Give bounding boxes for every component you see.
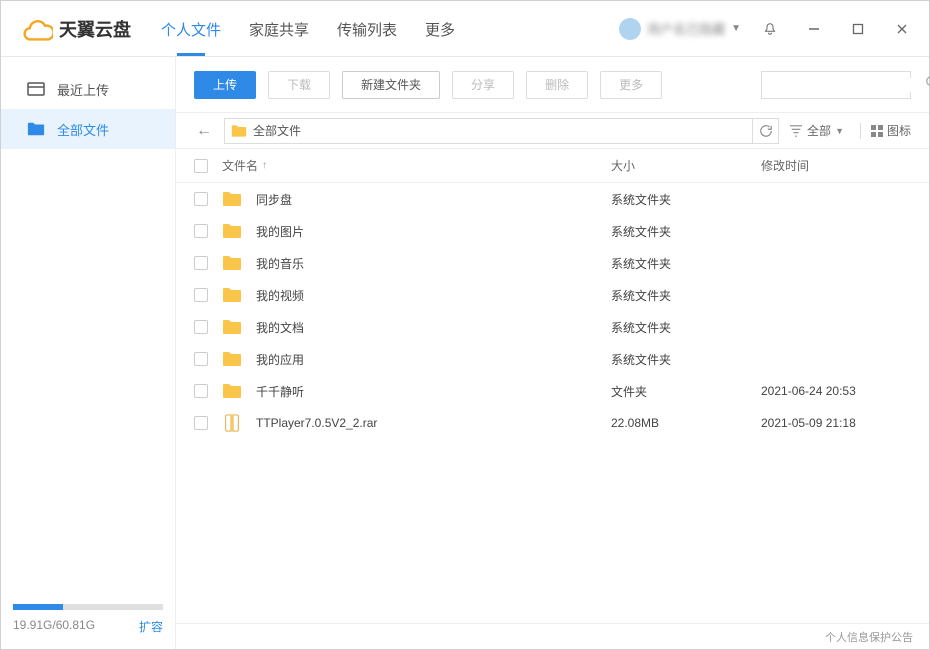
cloud-icon bbox=[21, 17, 53, 41]
row-checkbox[interactable] bbox=[194, 352, 208, 366]
sidebar-item-folder[interactable]: 全部文件 bbox=[1, 109, 175, 149]
column-name[interactable]: 文件名↑ bbox=[222, 157, 611, 174]
file-name: TTPlayer7.0.5V2_2.rar bbox=[256, 416, 377, 430]
row-checkbox[interactable] bbox=[194, 224, 208, 238]
sidebar-item-label: 全部文件 bbox=[57, 120, 109, 139]
row-checkbox[interactable] bbox=[194, 384, 208, 398]
file-size: 系统文件夹 bbox=[611, 319, 761, 336]
toolbar: 上传 下载 新建文件夹 分享 删除 更多 bbox=[176, 57, 929, 113]
app-logo: 天翼云盘 bbox=[21, 16, 131, 42]
user-menu[interactable]: 用户名已隐藏 ▼ bbox=[619, 18, 741, 40]
refresh-button[interactable] bbox=[753, 118, 779, 144]
file-name: 我的视频 bbox=[256, 287, 304, 304]
chevron-down-icon: ▼ bbox=[835, 126, 844, 136]
delete-button[interactable]: 删除 bbox=[526, 71, 588, 99]
notification-button[interactable] bbox=[755, 14, 785, 44]
file-size: 22.08MB bbox=[611, 416, 761, 430]
share-button[interactable]: 分享 bbox=[452, 71, 514, 99]
search-input[interactable] bbox=[770, 78, 925, 92]
refresh-icon bbox=[759, 124, 773, 138]
row-checkbox[interactable] bbox=[194, 320, 208, 334]
file-row[interactable]: 我的应用 系统文件夹 bbox=[176, 343, 929, 375]
file-row[interactable]: 我的视频 系统文件夹 bbox=[176, 279, 929, 311]
file-size: 文件夹 bbox=[611, 383, 761, 400]
view-label: 图标 bbox=[887, 122, 911, 139]
file-name: 我的音乐 bbox=[256, 255, 304, 272]
folder-icon bbox=[231, 124, 247, 138]
sort-arrow-icon: ↑ bbox=[262, 160, 267, 171]
file-size: 系统文件夹 bbox=[611, 351, 761, 368]
column-time[interactable]: 修改时间 bbox=[761, 157, 911, 174]
expand-storage-link[interactable]: 扩容 bbox=[139, 618, 163, 635]
file-row[interactable]: 我的音乐 系统文件夹 bbox=[176, 247, 929, 279]
file-name: 千千静听 bbox=[256, 383, 304, 400]
tab-1[interactable]: 家庭共享 bbox=[249, 1, 309, 56]
grid-icon bbox=[871, 125, 883, 137]
maximize-button[interactable] bbox=[843, 14, 873, 44]
view-toggle[interactable]: 图标 bbox=[854, 122, 911, 139]
file-size: 系统文件夹 bbox=[611, 255, 761, 272]
file-size: 系统文件夹 bbox=[611, 223, 761, 240]
file-time: 2021-06-24 20:53 bbox=[761, 384, 911, 398]
file-name: 同步盘 bbox=[256, 191, 292, 208]
sidebar-item-recent[interactable]: 最近上传 bbox=[1, 69, 175, 109]
file-row[interactable]: 我的文档 系统文件夹 bbox=[176, 311, 929, 343]
avatar-icon bbox=[619, 18, 641, 40]
filter-dropdown[interactable]: 全部 ▼ bbox=[789, 122, 844, 139]
sidebar: 最近上传全部文件 19.91G/60.81G 扩容 bbox=[1, 57, 176, 649]
column-size[interactable]: 大小 bbox=[611, 157, 761, 174]
path-input[interactable]: 全部文件 bbox=[224, 118, 753, 144]
close-button[interactable] bbox=[887, 14, 917, 44]
storage-panel: 19.91G/60.81G 扩容 bbox=[1, 594, 175, 649]
main-tabs: 个人文件家庭共享传输列表更多 bbox=[161, 1, 455, 56]
path-text: 全部文件 bbox=[253, 122, 301, 139]
search-box[interactable] bbox=[761, 71, 911, 99]
row-checkbox[interactable] bbox=[194, 192, 208, 206]
row-checkbox[interactable] bbox=[194, 288, 208, 302]
upload-button[interactable]: 上传 bbox=[194, 71, 256, 99]
titlebar: 天翼云盘 个人文件家庭共享传输列表更多 用户名已隐藏 ▼ bbox=[1, 1, 929, 57]
footer: 个人信息保护公告 bbox=[176, 623, 929, 649]
file-name: 我的应用 bbox=[256, 351, 304, 368]
main-panel: 上传 下载 新建文件夹 分享 删除 更多 ← 全部文件 全部 ▼ bbox=[176, 57, 929, 649]
privacy-notice-link[interactable]: 个人信息保护公告 bbox=[825, 629, 913, 645]
row-checkbox[interactable] bbox=[194, 256, 208, 270]
maximize-icon bbox=[852, 23, 864, 35]
file-list: 同步盘系统文件夹我的图片系统文件夹我的音乐系统文件夹我的视频系统文件夹我的文档系… bbox=[176, 183, 929, 623]
more-button[interactable]: 更多 bbox=[600, 71, 662, 99]
filter-label: 全部 bbox=[807, 122, 831, 139]
app-name: 天翼云盘 bbox=[59, 16, 131, 42]
list-header: 文件名↑ 大小 修改时间 bbox=[176, 149, 929, 183]
username-label: 用户名已隐藏 bbox=[647, 19, 725, 38]
storage-text: 19.91G/60.81G bbox=[13, 618, 95, 635]
tab-0[interactable]: 个人文件 bbox=[161, 1, 221, 56]
tab-2[interactable]: 传输列表 bbox=[337, 1, 397, 56]
download-button[interactable]: 下载 bbox=[268, 71, 330, 99]
bell-icon bbox=[764, 23, 776, 35]
search-icon[interactable] bbox=[925, 75, 930, 94]
file-time: 2021-05-09 21:18 bbox=[761, 416, 911, 430]
minimize-button[interactable] bbox=[799, 14, 829, 44]
storage-bar bbox=[13, 604, 163, 610]
file-row[interactable]: 千千静听 文件夹2021-06-24 20:53 bbox=[176, 375, 929, 407]
sidebar-item-label: 最近上传 bbox=[57, 80, 109, 99]
tab-3[interactable]: 更多 bbox=[425, 1, 455, 56]
file-size: 系统文件夹 bbox=[611, 191, 761, 208]
file-row[interactable]: 我的图片 系统文件夹 bbox=[176, 215, 929, 247]
file-row[interactable]: TTPlayer7.0.5V2_2.rar 22.08MB2021-05-09 2… bbox=[176, 407, 929, 439]
new-folder-button[interactable]: 新建文件夹 bbox=[342, 71, 440, 99]
chevron-down-icon: ▼ bbox=[731, 23, 741, 34]
file-name: 我的文档 bbox=[256, 319, 304, 336]
filter-icon bbox=[789, 125, 803, 137]
minimize-icon bbox=[808, 23, 820, 35]
file-row[interactable]: 同步盘 系统文件夹 bbox=[176, 183, 929, 215]
select-all-checkbox[interactable] bbox=[194, 159, 208, 173]
path-bar: ← 全部文件 全部 ▼ 图标 bbox=[176, 113, 929, 149]
file-name: 我的图片 bbox=[256, 223, 304, 240]
file-size: 系统文件夹 bbox=[611, 287, 761, 304]
back-button[interactable]: ← bbox=[194, 122, 214, 140]
close-icon bbox=[896, 23, 908, 35]
row-checkbox[interactable] bbox=[194, 416, 208, 430]
